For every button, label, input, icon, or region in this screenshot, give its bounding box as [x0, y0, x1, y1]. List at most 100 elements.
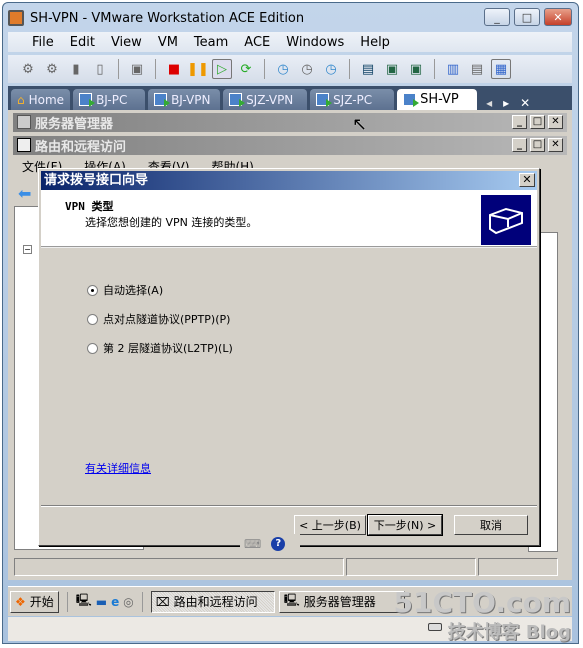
tab-sjz-vpn[interactable]: SJZ-VPN [223, 89, 308, 110]
window-title: SH-VPN - VMware Workstation ACE Edition [30, 10, 305, 26]
tab-label: BJ-VPN [171, 92, 211, 107]
maximize-button[interactable]: □ [514, 8, 540, 26]
back-arrow-icon[interactable]: ⬅ [18, 184, 31, 203]
ie-icon[interactable]: e [111, 595, 119, 609]
tab-next-icon[interactable]: ▸ [503, 96, 509, 110]
menu-team[interactable]: Team [186, 35, 236, 50]
radio-l2tp[interactable]: 第 2 层隧道协议(L2TP)(L) [87, 340, 233, 356]
divider [434, 59, 435, 79]
tab-label: Home [28, 92, 65, 107]
tab-prev-icon[interactable]: ◂ [486, 96, 492, 110]
keyboard-icon[interactable]: ⌨ [244, 537, 261, 551]
vmware-logo-icon [8, 10, 24, 26]
play-icon[interactable]: ▷ [212, 59, 232, 79]
team-icon[interactable]: ⚙ [18, 59, 38, 79]
stop-icon[interactable]: ■ [164, 59, 184, 79]
vm-icon [403, 93, 420, 107]
radio-button-selected[interactable] [87, 284, 98, 296]
cancel-button[interactable]: 取消 [454, 515, 528, 535]
close-button[interactable]: ✕ [544, 8, 572, 26]
snapshot-manager-icon[interactable]: ◷ [321, 59, 341, 79]
tab-bj-vpn[interactable]: BJ-VPN [148, 89, 221, 110]
tab-label: SH-VP [420, 92, 459, 107]
mouse-cursor-icon: ↖ [352, 114, 368, 135]
team2-icon[interactable]: ⚙ [42, 59, 62, 79]
radio-label: 自动选择(A) [103, 284, 164, 297]
toolbar: ⚙ ⚙ ▮ ▯ ▣ ■ ❚❚ ▷ ⟳ ◷ ◷ ◷ ▤ ▣ ▣ ▥ ▤ ▦ [8, 55, 572, 83]
status-cell [346, 558, 476, 576]
summary-icon[interactable]: ▥ [443, 59, 463, 79]
fullscreen-icon[interactable]: ▣ [382, 59, 402, 79]
menu-bar: File Edit View VM Team ACE Windows Help [8, 32, 572, 52]
header-title: VPN 类型 [65, 200, 114, 213]
maximize-button[interactable]: □ [530, 138, 545, 152]
divider [41, 505, 537, 507]
menu-file[interactable]: File [24, 35, 62, 50]
vm-icon [154, 93, 171, 107]
radio-pptp[interactable]: 点对点隧道协议(PPTP)(P) [87, 311, 230, 327]
taskbar-item-rras[interactable]: ⌧ 路由和远程访问 [150, 590, 275, 613]
tab-sjz-pc[interactable]: SJZ-PC [310, 89, 395, 110]
menu-windows[interactable]: Windows [278, 35, 352, 50]
more-info-link[interactable]: 有关详细信息 [85, 460, 151, 476]
radio-label: 点对点隧道协议(PPTP)(P) [103, 313, 231, 326]
title-bar: SH-VPN - VMware Workstation ACE Edition [8, 8, 304, 28]
collapse-icon[interactable]: − [23, 245, 32, 254]
menu-vm[interactable]: VM [150, 35, 186, 50]
reset-icon[interactable]: ⟳ [236, 59, 256, 79]
rras-title: 路由和远程访问 [35, 140, 127, 155]
tab-bj-pc[interactable]: BJ-PC [73, 89, 146, 110]
media-icon[interactable]: ◎ [123, 595, 133, 609]
taskbar-label: 路由和远程访问 [173, 595, 258, 609]
sidebar-icon[interactable]: ▤ [358, 59, 378, 79]
radio-button[interactable] [87, 342, 98, 354]
vm-icon [316, 93, 333, 107]
server-manager-titlebar[interactable]: 服务器管理器 _ □ ✕ [13, 113, 567, 132]
minimize-button[interactable]: _ [512, 115, 527, 129]
back-button[interactable]: < 上一步(B) [294, 515, 366, 535]
hard-disk-icon [428, 623, 442, 631]
pause-icon[interactable]: ❚❚ [187, 59, 209, 79]
tab-sh-vpn[interactable]: SH-VP [397, 89, 478, 110]
divider [349, 59, 350, 79]
radio-auto[interactable]: 自动选择(A) [87, 282, 163, 298]
divider [141, 591, 143, 612]
watermark-logo-sub: 技术博客 Blog [447, 622, 571, 643]
tab-home[interactable]: ⌂ Home [11, 89, 71, 110]
vm-tabs: ⌂ Home BJ-PC BJ-VPN SJZ-VPN SJZ-PC SH-VP … [8, 86, 572, 110]
dialog-close-button[interactable]: ✕ [519, 173, 535, 187]
dialog-title: 请求拨号接口向导 [41, 171, 537, 190]
menu-edit[interactable]: Edit [62, 35, 103, 50]
menu-ace[interactable]: ACE [236, 35, 278, 50]
close-button[interactable]: ✕ [548, 115, 563, 129]
taskbar-label: 服务器管理器 [303, 595, 376, 609]
wizard-header: VPN 类型 选择您想创建的 VPN 连接的类型。 [41, 190, 537, 248]
start-label: 开始 [29, 595, 54, 609]
revert-snapshot-icon[interactable]: ◷ [297, 59, 317, 79]
tabs-view-icon[interactable]: ▦ [491, 59, 511, 79]
next-button[interactable]: 下一步(N) > [367, 514, 443, 536]
radio-button[interactable] [87, 313, 98, 325]
start-button[interactable]: ❖ 开始 [10, 590, 59, 613]
usb-icon[interactable]: ▯ [90, 59, 110, 79]
device-icon[interactable]: ▮ [66, 59, 86, 79]
close-button[interactable]: ✕ [548, 138, 563, 152]
tab-label: SJZ-VPN [246, 92, 294, 107]
desktop-icon[interactable]: ▬ [96, 595, 107, 609]
console-icon[interactable]: ▤ [467, 59, 487, 79]
minimize-button[interactable]: _ [512, 138, 527, 152]
header-subtitle: 选择您想创建的 VPN 连接的类型。 [85, 216, 258, 229]
ctrl-alt-del-icon[interactable]: ▣ [127, 59, 147, 79]
help-icon[interactable]: ? [271, 537, 286, 551]
minimize-button[interactable]: _ [484, 8, 510, 26]
quick-switch-icon[interactable]: ▣ [406, 59, 426, 79]
server-manager-quicklaunch-icon[interactable]: 🖳 [76, 591, 92, 612]
menu-view[interactable]: View [103, 35, 150, 50]
snapshot-icon[interactable]: ◷ [273, 59, 293, 79]
menu-help[interactable]: Help [352, 35, 398, 50]
rras-titlebar[interactable]: 路由和远程访问 _ □ ✕ [13, 136, 567, 155]
tab-close-icon[interactable]: ✕ [520, 96, 530, 110]
server-manager-title: 服务器管理器 [35, 117, 114, 132]
maximize-button[interactable]: □ [530, 115, 545, 129]
taskbar-item-server-manager[interactable]: 🖳 服务器管理器 [278, 590, 405, 613]
